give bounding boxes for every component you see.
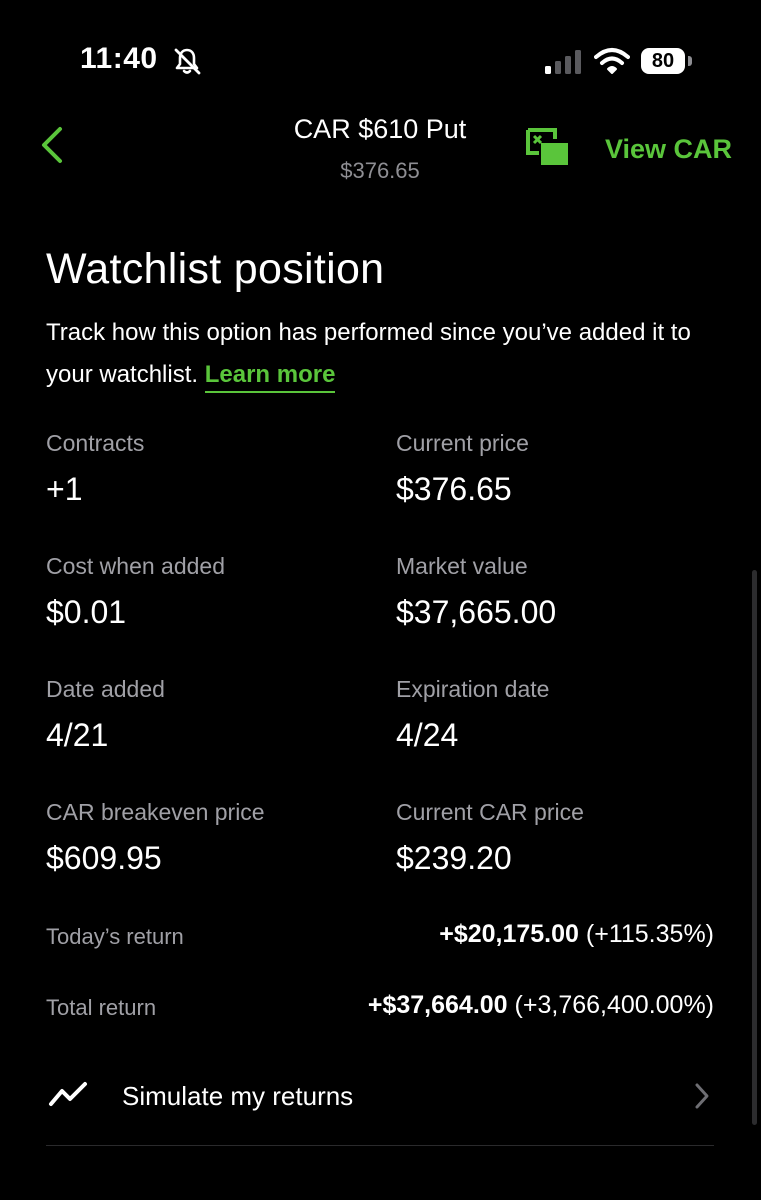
simulate-returns-row[interactable]: Simulate my returns xyxy=(46,1064,714,1128)
stat-value: +1 xyxy=(46,471,83,507)
stat-label: CAR breakeven price xyxy=(46,799,265,825)
stat-label: Current CAR price xyxy=(396,799,584,825)
picture-in-picture-icon[interactable] xyxy=(525,127,571,169)
stat-current-car-price: Current CAR price $239.20 xyxy=(396,799,584,877)
stat-cost-when-added: Cost when added $0.01 xyxy=(46,553,225,631)
stat-label: Date added xyxy=(46,676,165,702)
battery-nub xyxy=(688,56,692,66)
total-return-label: Total return xyxy=(46,995,157,1020)
simulate-returns-label: Simulate my returns xyxy=(122,1081,354,1111)
stat-current-price: Current price $376.65 xyxy=(396,430,529,508)
stat-contracts: Contracts +1 xyxy=(46,430,144,508)
bell-slash-icon xyxy=(174,48,201,75)
todays-return-value: +$20,175.00 (+115.35%) xyxy=(439,920,714,949)
wifi-icon xyxy=(594,48,630,74)
status-time: 11:40 xyxy=(80,42,158,75)
stat-date-added: Date added 4/21 xyxy=(46,676,165,754)
stat-value: $37,665.00 xyxy=(396,594,557,630)
chevron-left-icon[interactable] xyxy=(38,124,68,166)
description-text: Track how this option has performed sinc… xyxy=(46,319,691,388)
scroll-indicator[interactable] xyxy=(752,570,757,1125)
total-return-amount: +$37,664.00 xyxy=(367,991,508,1019)
stat-value: 4/24 xyxy=(396,717,459,753)
stat-label: Contracts xyxy=(46,430,145,456)
section-description: Track how this option has performed sinc… xyxy=(46,312,726,396)
stat-expiration-date: Expiration date 4/24 xyxy=(396,676,549,754)
cellular-signal-icon xyxy=(545,50,581,74)
stat-value: $609.95 xyxy=(46,840,162,876)
stat-breakeven-price: CAR breakeven price $609.95 xyxy=(46,799,265,877)
chevron-right-icon xyxy=(695,1083,709,1109)
stat-label: Market value xyxy=(396,553,528,579)
todays-return-amount: +$20,175.00 xyxy=(439,920,579,948)
battery-icon: 80 xyxy=(641,48,685,74)
divider xyxy=(46,1145,714,1146)
nav-subtitle: $376.65 xyxy=(340,158,420,183)
nav-title: CAR $610 Put xyxy=(293,114,467,144)
stat-value: $0.01 xyxy=(46,594,127,630)
stat-market-value: Market value $37,665.00 xyxy=(396,553,556,631)
total-return-row: Total return +$37,664.00 (+3,766,400.00%… xyxy=(46,991,714,1025)
stat-label: Cost when added xyxy=(46,553,226,579)
todays-return-row: Today’s return +$20,175.00 (+115.35%) xyxy=(46,920,714,954)
trend-line-icon xyxy=(49,1082,87,1106)
status-bar: 11:40 80 xyxy=(0,0,761,110)
total-return-value: +$37,664.00 (+3,766,400.00%) xyxy=(368,991,714,1020)
stat-label: Current price xyxy=(396,430,529,456)
learn-more-link[interactable]: Learn more xyxy=(204,361,336,393)
view-car-link[interactable]: View CAR xyxy=(605,134,732,165)
todays-return-percent: (+115.35%) xyxy=(585,920,714,948)
total-return-percent: (+3,766,400.00%) xyxy=(514,991,714,1019)
page-title: Watchlist position xyxy=(46,245,385,293)
todays-return-label: Today’s return xyxy=(46,924,184,949)
stat-value: 4/21 xyxy=(46,717,109,753)
stat-value: $239.20 xyxy=(396,840,512,876)
stat-label: Expiration date xyxy=(396,676,550,702)
stat-value: $376.65 xyxy=(396,471,512,507)
